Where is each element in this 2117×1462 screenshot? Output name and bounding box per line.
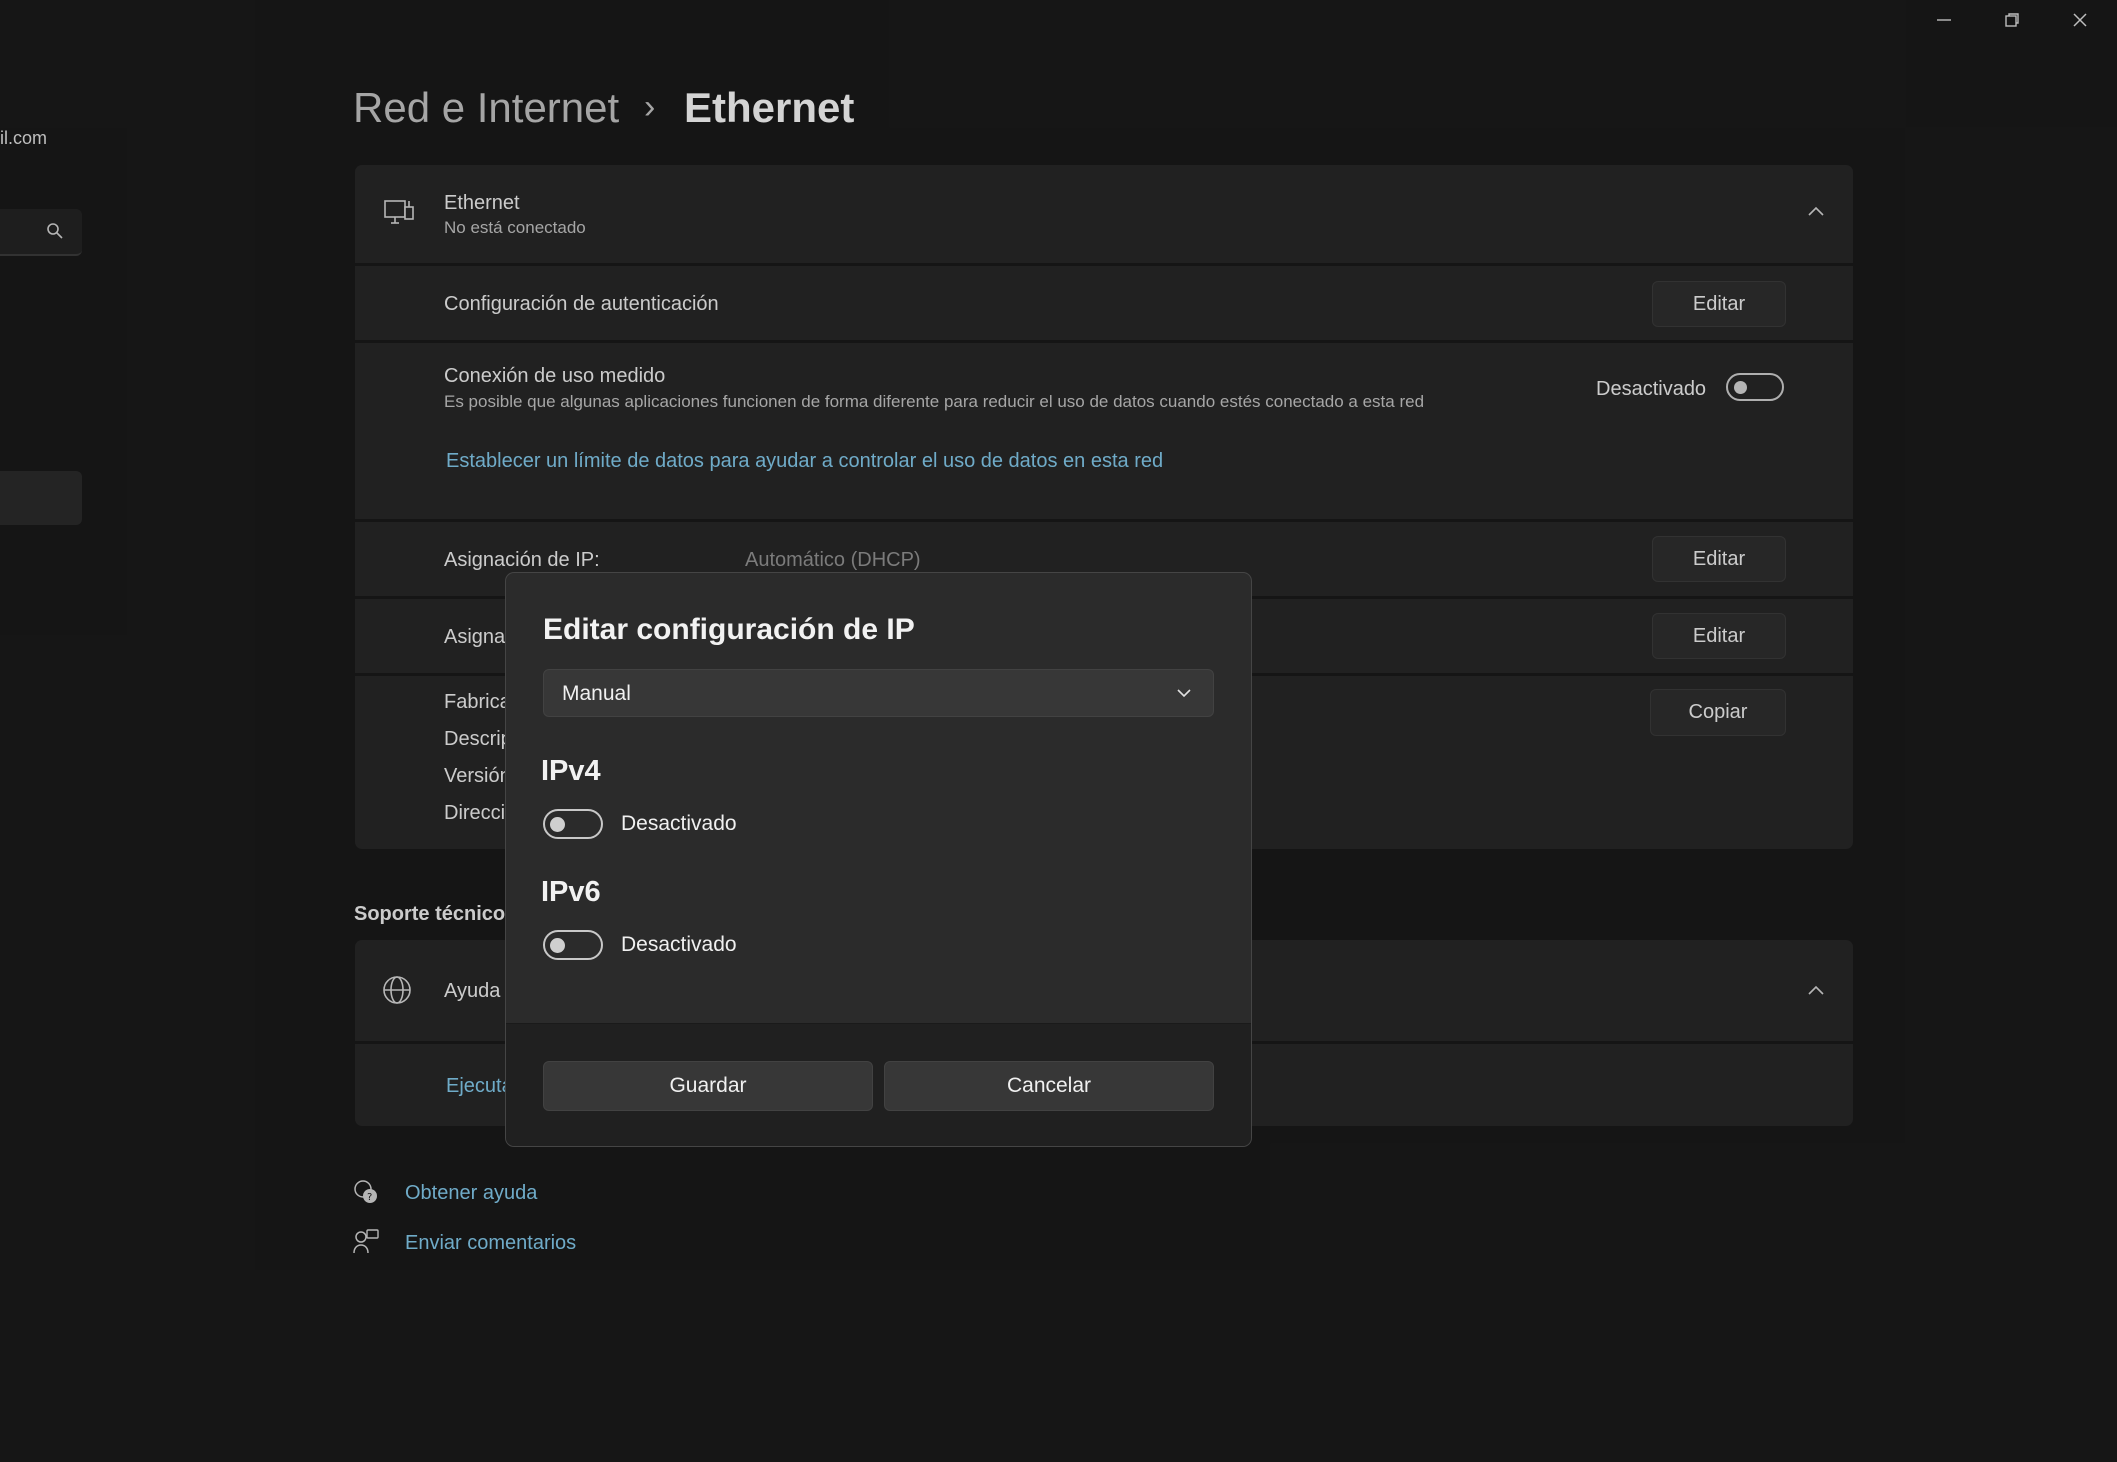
ipv4-state: Desactivado — [621, 812, 737, 835]
ipv6-state: Desactivado — [621, 933, 737, 956]
ipv6-toggle[interactable] — [543, 930, 603, 960]
ip-mode-dropdown[interactable]: Manual — [543, 669, 1214, 717]
cancel-button[interactable]: Cancelar — [884, 1061, 1214, 1111]
dialog-title: Editar configuración de IP — [543, 613, 915, 646]
dialog-footer: Guardar Cancelar — [506, 1023, 1251, 1146]
toggle-knob — [550, 817, 565, 832]
ipv4-toggle[interactable] — [543, 809, 603, 839]
toggle-knob — [550, 938, 565, 953]
edit-ip-dialog: Editar configuración de IP Manual IPv4 D… — [505, 572, 1252, 1147]
ipv4-heading: IPv4 — [541, 755, 601, 787]
dropdown-value: Manual — [562, 682, 631, 705]
chevron-down-icon — [1177, 689, 1191, 698]
save-button[interactable]: Guardar — [543, 1061, 873, 1111]
ipv6-heading: IPv6 — [541, 876, 601, 908]
